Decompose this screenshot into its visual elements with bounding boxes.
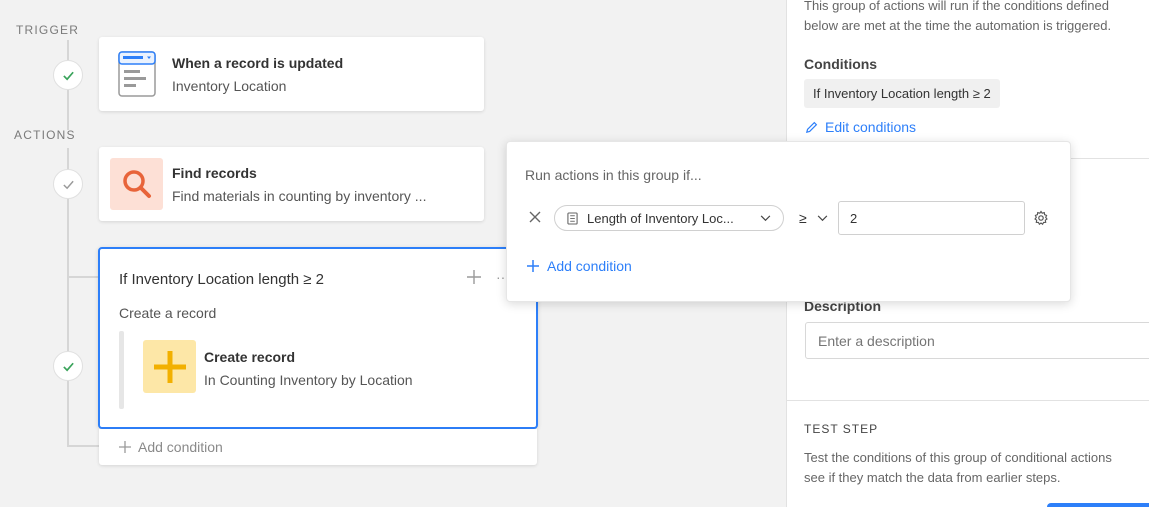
operator-label: ≥ <box>799 210 807 226</box>
trigger-step-status <box>53 60 83 90</box>
search-icon <box>122 170 151 198</box>
connector-line <box>67 90 69 130</box>
close-icon <box>529 211 541 223</box>
check-icon <box>62 362 74 371</box>
remove-condition-button[interactable] <box>528 210 542 224</box>
operator-select[interactable]: ≥ <box>797 205 831 231</box>
condition-value-input[interactable] <box>838 201 1025 235</box>
connector-line <box>67 40 69 60</box>
plus-icon <box>119 441 131 453</box>
popover-add-condition[interactable]: Add condition <box>526 258 632 274</box>
find-records-card[interactable]: Find records Find materials in counting … <box>99 147 484 221</box>
group-step-status <box>53 351 83 381</box>
actions-section-label: ACTIONS <box>14 128 76 142</box>
field-select-label: Length of Inventory Loc... <box>587 211 734 226</box>
condition-settings-button[interactable] <box>1033 210 1049 226</box>
trigger-section-label: TRIGGER <box>16 23 80 37</box>
panel-intro-line2: below are met at the time the automation… <box>804 18 1112 33</box>
add-condition-label: Add condition <box>138 439 223 455</box>
panel-intro-line1: This group of actions will run if the co… <box>804 0 1109 13</box>
find-records-subtitle: Find materials in counting by inventory … <box>172 188 427 204</box>
field-select[interactable]: Length of Inventory Loc... <box>554 205 784 231</box>
group-add-button[interactable] <box>464 267 484 287</box>
gear-icon <box>1034 210 1048 226</box>
connector-line <box>67 445 99 447</box>
pencil-icon <box>805 121 818 133</box>
test-step-line2: see if they match the data from earlier … <box>804 470 1061 485</box>
connector-line <box>67 148 69 170</box>
test-step-line1: Test the conditions of this group of con… <box>804 450 1112 465</box>
chevron-down-icon <box>760 215 771 222</box>
conditions-label: Conditions <box>804 56 878 72</box>
conditional-group-card[interactable]: If Inventory Location length ≥ 2 ··· Cre… <box>98 247 538 429</box>
find-records-icon-box <box>110 158 163 210</box>
nested-action-bar <box>119 331 124 409</box>
description-input[interactable] <box>805 322 1149 359</box>
group-add-condition-bar[interactable]: Add condition <box>99 429 537 465</box>
trigger-card-subtitle: Inventory Location <box>172 78 287 94</box>
group-title: If Inventory Location length ≥ 2 <box>119 271 325 288</box>
find-step-status <box>53 169 83 199</box>
trigger-card[interactable]: When a record is updated Inventory Locat… <box>99 37 484 111</box>
condition-chip-text: If Inventory Location length ≥ 2 <box>813 86 991 101</box>
create-record-icon-box <box>143 340 196 393</box>
group-action-label: Create a record <box>119 305 217 321</box>
connector-line <box>67 276 99 278</box>
plus-icon <box>153 350 186 383</box>
test-step-label: TEST STEP <box>804 422 879 436</box>
connector-line <box>67 199 69 351</box>
record-form-icon <box>118 51 156 97</box>
popover-add-condition-text: Add condition <box>547 258 632 274</box>
chevron-down-icon <box>817 215 828 222</box>
edit-conditions-text: Edit conditions <box>825 119 917 135</box>
condition-chip: If Inventory Location length ≥ 2 <box>804 79 1000 108</box>
create-record-subtitle: In Counting Inventory by Location <box>204 372 413 388</box>
check-icon <box>62 180 74 189</box>
formula-field-icon <box>567 212 578 225</box>
find-records-title: Find records <box>172 165 257 181</box>
trigger-card-title: When a record is updated <box>172 55 344 71</box>
edit-conditions-link[interactable]: Edit conditions <box>804 119 916 135</box>
run-test-button[interactable] <box>1047 503 1149 507</box>
popover-heading: Run actions in this group if... <box>525 167 702 183</box>
panel-divider <box>787 400 1149 401</box>
plus-icon <box>527 260 539 272</box>
connector-line <box>67 381 69 447</box>
plus-icon <box>467 270 481 284</box>
create-record-title: Create record <box>204 349 296 365</box>
conditions-popover: Run actions in this group if... Length o… <box>506 141 1071 302</box>
check-icon <box>62 71 74 80</box>
